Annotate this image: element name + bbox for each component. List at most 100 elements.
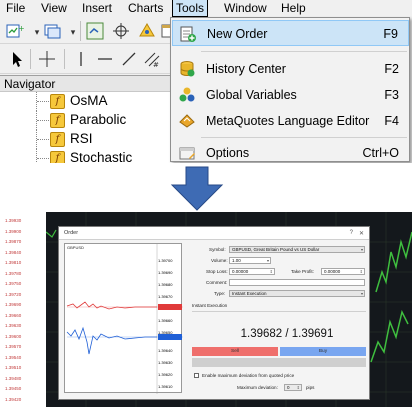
volume-input[interactable]: 1.00 ▾ [229, 257, 271, 264]
navigator-item-label: Stochastic [70, 150, 133, 163]
take-profit-input[interactable]: 0.00000 ⇕ [321, 268, 365, 275]
help-icon[interactable]: ? [350, 230, 353, 236]
indicator-icon: f [50, 94, 65, 109]
price-tick-label: 1.39680 [158, 282, 173, 287]
disabled-button[interactable] [192, 358, 366, 367]
svg-text:+: + [18, 24, 24, 33]
max-deviation-checkbox[interactable] [194, 373, 199, 378]
sell-button[interactable]: Sell [192, 347, 278, 356]
max-deviation-unit: pips [306, 385, 315, 390]
background-price-scale: 1.39930 1.39900 1.39870 1.39840 1.39810 1.397… [2, 212, 46, 407]
close-icon[interactable]: ✕ [359, 230, 364, 237]
price-tick-label: 1.39610 [158, 384, 173, 389]
background-price-label: 1.39540 [5, 354, 22, 360]
svg-text:#: # [153, 61, 159, 68]
toolbar-separator [80, 21, 81, 41]
market-watch-icon[interactable] [84, 20, 106, 42]
comment-input[interactable] [229, 279, 365, 286]
spinner-icon: ⇕ [296, 385, 300, 390]
indicator-icon: f [50, 151, 65, 163]
max-deviation-input[interactable]: 0 ⇕ [284, 384, 302, 391]
menu-tools[interactable]: Tools [172, 0, 209, 17]
section-divider [192, 311, 366, 312]
price-tick-label: 1.39650 [158, 330, 173, 335]
background-price-label: 1.39630 [5, 323, 22, 328]
navigator-item[interactable]: f Parabolic [0, 111, 180, 130]
menu-item-label: New Order [207, 27, 268, 41]
price-tick-label: 1.39700 [158, 258, 173, 263]
menu-item-shortcut: F4 [384, 114, 399, 128]
spinner-icon: ⇕ [359, 269, 363, 274]
navigator-title: Navigator [0, 76, 180, 92]
menu-item-label: Options [206, 146, 250, 160]
navigator-item-label: RSI [70, 131, 93, 146]
navigator-item[interactable]: f RSI [0, 130, 180, 149]
tick-chart: GBPUSD 1.39700 1.39690 1.39680 1.39670 1… [64, 243, 183, 394]
menu-separator [201, 137, 407, 138]
symbol-label: Symbol: [209, 247, 226, 252]
type-select[interactable]: Instant Execution ▾ [229, 290, 365, 297]
menu-file[interactable]: File [6, 1, 25, 15]
menu-item-metaquotes-language-editor[interactable]: MetaQuotes Language Editor F4 [172, 108, 409, 134]
navigator-item-label: Parabolic [70, 112, 127, 127]
background-price-label: 1.39420 [5, 396, 22, 402]
symbol-select[interactable]: GBPUSD, Great Britain Pound vs US Dollar… [229, 246, 365, 253]
tools-menu: New Order F9 History Center F2 Global Va… [170, 17, 410, 162]
background-price-label: 1.39510 [5, 365, 22, 370]
stop-loss-label: Stop Loss: [206, 269, 228, 274]
buy-button[interactable]: Buy [280, 347, 366, 356]
menu-help[interactable]: Help [281, 1, 306, 15]
history-center-icon [178, 60, 196, 78]
horizontal-line-icon[interactable] [94, 48, 116, 70]
background-price-label: 1.39480 [5, 375, 22, 381]
crosshair-tool-icon[interactable] [36, 48, 58, 70]
background-price-label: 1.39750 [5, 281, 22, 286]
background-price-label: 1.39600 [5, 333, 22, 339]
background-price-label: 1.39690 [5, 302, 22, 307]
global-variables-icon [178, 86, 196, 104]
menu-window[interactable]: Window [224, 1, 267, 15]
crosshair-icon[interactable] [110, 20, 132, 42]
toolbar-separator [30, 49, 31, 69]
indicator-icon: f [50, 113, 65, 128]
menu-item-global-variables[interactable]: Global Variables F3 [172, 82, 409, 108]
bid-ask-price: 1.39682 / 1.39691 [240, 328, 334, 340]
new-chart-icon[interactable]: + [4, 20, 26, 42]
menu-item-label: History Center [206, 62, 286, 76]
menu-view[interactable]: View [41, 1, 67, 15]
standard-toolbar: + ▾ ▾ [0, 18, 180, 44]
price-tick-label: 1.39640 [158, 348, 173, 353]
trendline-icon[interactable] [118, 48, 140, 70]
menu-insert[interactable]: Insert [82, 1, 112, 15]
order-window-title: Order [59, 227, 369, 240]
down-arrow-icon [170, 166, 224, 211]
navigator-item[interactable]: f OsMA [0, 92, 180, 111]
price-tick-label: 1.39660 [158, 318, 173, 323]
cursor-icon[interactable] [6, 48, 28, 70]
menu-item-options[interactable]: Options Ctrl+O [172, 140, 409, 163]
take-profit-label: Take Profit: [291, 269, 314, 274]
menu-item-shortcut: F9 [383, 27, 398, 41]
navigator-item[interactable]: f Stochastic [0, 149, 180, 163]
profiles-icon[interactable] [42, 20, 64, 42]
menu-item-label: Global Variables [206, 88, 297, 102]
menu-item-shortcut: F2 [384, 62, 399, 76]
language-editor-icon [178, 112, 196, 130]
options-icon [178, 144, 196, 162]
background-price-label: 1.39660 [5, 312, 22, 318]
chevron-down-icon: ▾ [266, 258, 269, 263]
vertical-line-icon[interactable] [70, 48, 92, 70]
navigator-icon[interactable] [136, 20, 158, 42]
background-price-label: 1.39570 [5, 344, 22, 349]
menu-item-shortcut: Ctrl+O [362, 146, 399, 160]
transition-arrow [0, 163, 412, 213]
max-deviation-label: Maximum deviation: [237, 385, 278, 390]
channel-icon[interactable]: # [142, 48, 164, 70]
menu-charts[interactable]: Charts [128, 1, 163, 15]
navigator-panel: Navigator f OsMA f Parabolic f RSI f Sto… [0, 75, 180, 163]
stop-loss-input[interactable]: 0.00000 ⇕ [229, 268, 275, 275]
menu-item-new-order[interactable]: New Order F9 [172, 20, 409, 46]
menu-item-history-center[interactable]: History Center F2 [172, 56, 409, 82]
price-tick-label: 1.39670 [158, 294, 173, 299]
order-window: Order ? ✕ GBPUSD 1.39700 1.39690 1.39680… [58, 226, 370, 400]
